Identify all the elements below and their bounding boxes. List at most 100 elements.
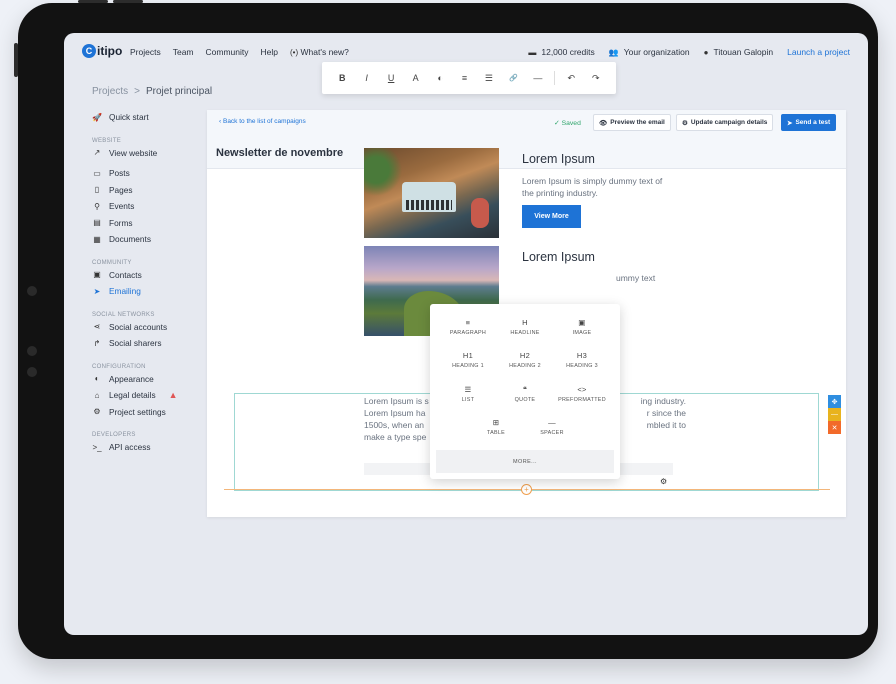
sidebar-heading-developers: DEVELOPERS: [92, 432, 136, 438]
typewriter-image[interactable]: [364, 148, 499, 238]
sidebar-item-social-sharers[interactable]: ↱ Social sharers: [92, 335, 202, 352]
logo-mark-icon: C: [82, 44, 96, 58]
logo-text: itipo: [97, 44, 123, 58]
picker-label: PARAGRAPH: [449, 330, 487, 336]
sidebar-item-posts[interactable]: ▭ Posts: [92, 165, 202, 182]
picker-heading-2[interactable]: H2 HEADING 2: [497, 351, 553, 369]
sidebar-item-label: Project settings: [109, 406, 166, 417]
bank-icon: ⌂: [94, 390, 100, 400]
sidebar-item-api-access[interactable]: >_ API access: [92, 439, 202, 456]
nav-projects[interactable]: Projects: [130, 47, 161, 57]
sidebar-item-label: Emailing: [109, 286, 141, 297]
nav-community[interactable]: Community: [206, 47, 249, 57]
align-button[interactable]: ≡: [452, 73, 476, 83]
user-menu[interactable]: ● Titouan Galopin: [704, 47, 774, 57]
sidebar-item-pages[interactable]: ▯ Pages: [92, 182, 202, 199]
back-to-campaigns-link[interactable]: ‹ Back to the list of campaigns: [219, 118, 306, 125]
sidebar-item-view-website[interactable]: ↗ View website: [92, 145, 202, 162]
block-settings-icon[interactable]: ⚙: [660, 477, 667, 486]
nav-whats-new[interactable]: (•) What's new?: [290, 47, 349, 57]
add-block-icon[interactable]: +: [521, 484, 532, 495]
send-test-button[interactable]: ➤ Send a test: [781, 114, 837, 131]
sidebar: 🚀 Quick start WEBSITE ↗ View website ▭ Post…: [92, 109, 202, 456]
sidebar-item-legal-details[interactable]: ⌂ Legal details ▲: [92, 387, 202, 404]
breadcrumb-projects[interactable]: Projects: [92, 86, 128, 97]
sidebar-item-quick-start[interactable]: 🚀 Quick start: [92, 109, 202, 126]
spacer-icon: —: [548, 418, 556, 427]
picker-list[interactable]: ☰ LIST: [440, 385, 496, 403]
picker-label: QUOTE: [514, 397, 536, 403]
sidebar-item-social-accounts[interactable]: ⋖ Social accounts: [92, 319, 202, 336]
back-label: Back to the list of campaigns: [222, 118, 306, 125]
picker-headline[interactable]: H HEADLINE: [497, 318, 553, 336]
highlight-button[interactable]: ◐: [428, 73, 452, 83]
italic-button[interactable]: I: [354, 73, 378, 83]
sidebar-item-appearance[interactable]: ◐ Appearance: [92, 371, 202, 388]
undo-button[interactable]: ↶: [559, 73, 583, 84]
nav-help[interactable]: Help: [261, 47, 278, 57]
update-label: Update campaign details: [690, 119, 768, 126]
text-color-button[interactable]: A: [403, 73, 427, 83]
settings-icon: ⚙: [682, 119, 688, 127]
sidebar-item-label: Events: [109, 201, 135, 212]
heading-1-icon: H1: [462, 351, 474, 360]
move-icon[interactable]: ✥: [828, 395, 841, 408]
picker-paragraph[interactable]: ≡ PARAGRAPH: [440, 318, 496, 336]
sidebar-item-project-settings[interactable]: ⚙ Project settings: [92, 404, 202, 421]
send-icon: ➤: [787, 119, 793, 127]
launch-project-link[interactable]: Launch a project: [787, 47, 850, 57]
update-campaign-button[interactable]: ⚙ Update campaign details: [676, 114, 774, 131]
organization[interactable]: 👥 Your organization: [609, 47, 690, 57]
delete-icon[interactable]: ✕: [828, 421, 841, 434]
sidebar-item-events[interactable]: ⚲ Events: [92, 198, 202, 215]
minimize-icon[interactable]: —: [828, 408, 841, 421]
picker-preformatted[interactable]: <> PREFORMATTED: [554, 385, 610, 403]
block-heading-1[interactable]: Lorem Ipsum: [522, 152, 595, 166]
sidebar-item-contacts[interactable]: ▣ Contacts: [92, 267, 202, 284]
sidebar-heading-social: SOCIAL NETWORKS: [92, 311, 155, 318]
nav-team[interactable]: Team: [173, 47, 194, 57]
sidebar-heading-website: WEBSITE: [92, 137, 122, 144]
underline-button[interactable]: U: [379, 73, 403, 83]
sidebar-item-forms[interactable]: ▤ Forms: [92, 215, 202, 232]
view-more-button[interactable]: View More: [522, 205, 581, 228]
heading-2-icon: H2: [519, 351, 531, 360]
bold-button[interactable]: B: [330, 73, 354, 83]
picker-image[interactable]: ▣ IMAGE: [554, 318, 610, 336]
sidebar-item-documents[interactable]: ▦ Documents: [92, 231, 202, 248]
picker-heading-1[interactable]: H1 HEADING 1: [440, 351, 496, 369]
picker-spacer[interactable]: — SPACER: [524, 418, 580, 436]
organization-label: Your organization: [623, 47, 690, 57]
tablet-frame: C itipo Projects Team Community Help (•)…: [14, 0, 878, 659]
sidebar-item-label: API access: [109, 442, 151, 453]
block-paragraph-2[interactable]: ummy text: [616, 273, 655, 283]
link-button[interactable]: 🔗: [501, 74, 525, 82]
list-button[interactable]: ☰: [477, 73, 501, 84]
block-paragraph-1[interactable]: Lorem Ipsum is simply dummy text of the …: [522, 175, 672, 199]
wallet-icon: ▬: [528, 47, 537, 57]
table-icon: ⊞: [492, 418, 500, 427]
credits[interactable]: ▬ 12,000 credits: [528, 47, 594, 57]
block-heading-2[interactable]: Lorem Ipsum: [522, 250, 595, 264]
picker-quote[interactable]: ❝ QUOTE: [497, 385, 553, 403]
camera-icon: [27, 286, 37, 296]
volume-button: [14, 43, 18, 77]
block-picker: ≡ PARAGRAPH H HEADLINE ▣ IMAGE H1 HEADING 1 …: [430, 304, 620, 479]
redo-button[interactable]: ↷: [584, 73, 608, 84]
share-arrow-icon: ↱: [93, 338, 101, 348]
divider-button[interactable]: —: [526, 73, 550, 83]
picker-label: HEADING 3: [566, 363, 598, 369]
warning-icon: ▲: [168, 390, 178, 401]
share-icon: ⋖: [93, 322, 101, 332]
paragraph-icon: ≡: [465, 318, 471, 327]
picker-label: HEADING 2: [509, 363, 541, 369]
sidebar-item-emailing[interactable]: ➤ Emailing: [92, 283, 202, 300]
user-name: Titouan Galopin: [713, 47, 774, 57]
picker-heading-3[interactable]: H3 HEADING 3: [554, 351, 610, 369]
picker-table[interactable]: ⊞ TABLE: [468, 418, 524, 436]
folder-icon: ▦: [93, 234, 101, 244]
logo[interactable]: C itipo: [82, 44, 122, 58]
headline-icon: H: [522, 318, 528, 327]
preview-email-button[interactable]: 👁 Preview the email: [593, 114, 671, 131]
picker-more-button[interactable]: MORE...: [436, 450, 614, 473]
